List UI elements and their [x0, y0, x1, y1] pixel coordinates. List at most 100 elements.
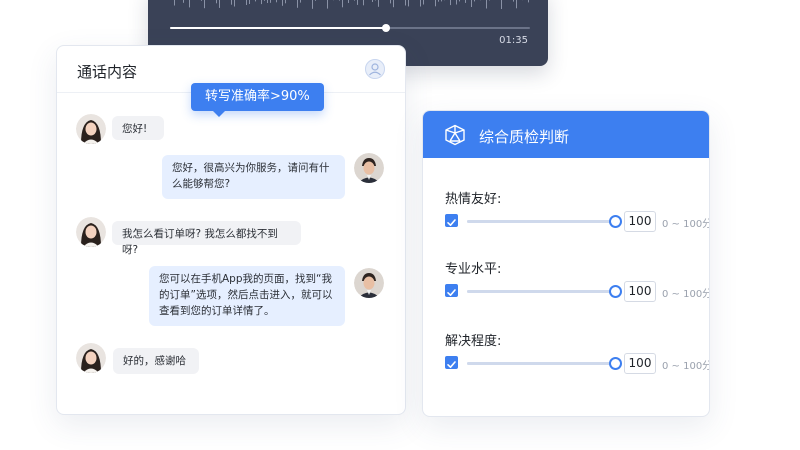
- criterion-slider[interactable]: [467, 285, 622, 298]
- chat-message-customer: 您好!: [112, 116, 164, 140]
- user-icon: [365, 59, 385, 79]
- waveform-bar: [420, 0, 421, 7]
- criterion-range: 0 ~ 100分: [662, 361, 710, 372]
- waveform-bar: [342, 0, 343, 8]
- waveform-bar: [438, 0, 439, 2]
- waveform-bar: [456, 0, 457, 5]
- criterion-slider[interactable]: [467, 215, 622, 228]
- waveform-bar: [474, 0, 475, 2]
- waveform-bar: [315, 0, 316, 1]
- chat-message-customer: 好的，感谢哈: [113, 348, 199, 374]
- waveform-bar: [264, 0, 265, 1]
- criterion-label: 解决程度:: [445, 334, 502, 349]
- waveform-bar: [270, 0, 271, 3]
- waveform-bar: [405, 0, 406, 6]
- waveform-bar: [255, 0, 256, 2]
- customer-avatar: [76, 343, 106, 373]
- waveform-bar: [441, 0, 442, 2]
- criterion-slider-fill: [467, 362, 615, 365]
- waveform-bar: [282, 0, 283, 6]
- criterion-row: 热情友好: 100 0 ~ 100分: [445, 188, 709, 238]
- criterion-slider-handle[interactable]: [609, 215, 622, 228]
- waveform-bar: [471, 0, 472, 7]
- cube-icon: [444, 124, 466, 146]
- call-content-title: 通话内容: [77, 63, 138, 81]
- waveform-bar: [357, 0, 358, 5]
- waveform-bar: [300, 0, 301, 3]
- criterion-slider-fill: [467, 220, 615, 223]
- criterion-label: 热情友好:: [445, 192, 502, 207]
- customer-avatar: [76, 217, 106, 247]
- agent-avatar: [354, 268, 384, 298]
- criterion-range: 0 ~ 100分: [662, 219, 710, 230]
- waveform-bar: [354, 0, 355, 1]
- waveform-bar: [501, 0, 502, 9]
- criterion-checkbox[interactable]: [445, 284, 458, 297]
- accuracy-badge: 转写准确率>90%: [191, 83, 324, 117]
- check-icon: [447, 361, 456, 368]
- criterion-label: 专业水平:: [445, 262, 502, 277]
- waveform-bar: [486, 0, 487, 9]
- waveform: [174, 0, 529, 9]
- criterion-range: 0 ~ 100分: [662, 289, 710, 300]
- waveform-bar: [513, 0, 514, 2]
- waveform-bar: [339, 0, 340, 1]
- waveform-bar: [390, 0, 391, 4]
- criterion-row: 解决程度: 100 0 ~ 100分: [445, 330, 709, 380]
- customer-avatar: [76, 114, 106, 144]
- criterion-checkbox[interactable]: [445, 214, 458, 227]
- agent-avatar: [354, 153, 384, 183]
- waveform-bar: [261, 0, 262, 5]
- quality-check-title: 综合质检判断: [479, 128, 570, 146]
- waveform-bar: [249, 0, 250, 4]
- waveform-bar: [393, 0, 394, 8]
- waveform-bar: [183, 0, 184, 3]
- waveform-bar: [216, 0, 217, 4]
- criterion-slider-fill: [467, 290, 615, 293]
- quality-check-header: 综合质检判断: [423, 111, 709, 158]
- waveform-bar: [348, 0, 349, 3]
- check-icon: [447, 289, 456, 296]
- criterion-row: 专业水平: 100 0 ~ 100分: [445, 258, 709, 308]
- chat-message-agent: 您可以在手机App我的页面，找到“我的订单”选项，然后点击进入，就可以查看到您的…: [149, 266, 345, 326]
- check-icon: [447, 219, 456, 226]
- audio-progress-bar[interactable]: [170, 24, 530, 32]
- waveform-bar: [465, 0, 466, 3]
- waveform-bar: [312, 0, 313, 9]
- chat-message-agent: 您好，很高兴为你服务，请问有什么能够帮您?: [162, 155, 345, 199]
- waveform-bar: [276, 0, 277, 3]
- audio-progress-handle[interactable]: [382, 24, 390, 32]
- waveform-bar: [267, 0, 268, 3]
- criterion-checkbox[interactable]: [445, 356, 458, 369]
- waveform-bar: [201, 0, 202, 1]
- waveform-bar: [408, 0, 409, 7]
- waveform-bar: [378, 0, 379, 7]
- criterion-slider[interactable]: [467, 357, 622, 370]
- chat-message-customer: 我怎么看订单呀? 我怎么都找不到呀?: [112, 221, 301, 256]
- waveform-bar: [189, 0, 190, 8]
- criterion-score-input[interactable]: 100: [624, 211, 656, 232]
- waveform-bar: [516, 0, 517, 9]
- quality-check-panel: 综合质检判断 热情友好: 100 0 ~ 100分 专业水平: 100 0 ~ 100分解…: [422, 110, 710, 417]
- audio-time: 01:35: [499, 35, 528, 46]
- waveform-bar: [231, 0, 232, 5]
- waveform-bar: [363, 0, 364, 6]
- audio-progress-fill: [170, 27, 386, 29]
- waveform-bar: [450, 0, 451, 6]
- waveform-bar: [174, 0, 175, 6]
- criterion-slider-handle[interactable]: [609, 285, 622, 298]
- waveform-bar: [528, 0, 529, 3]
- waveform-bar: [285, 0, 286, 4]
- waveform-bar: [204, 0, 205, 9]
- criterion-score-input[interactable]: 100: [624, 281, 656, 302]
- waveform-bar: [246, 0, 247, 5]
- waveform-bar: [435, 0, 436, 7]
- waveform-bar: [234, 0, 235, 7]
- waveform-bar: [219, 0, 220, 8]
- waveform-bar: [459, 0, 460, 2]
- waveform-bar: [423, 0, 424, 5]
- waveform-bar: [327, 0, 328, 9]
- waveform-bar: [372, 0, 373, 2]
- criterion-score-input[interactable]: 100: [624, 353, 656, 374]
- criterion-slider-handle[interactable]: [609, 357, 622, 370]
